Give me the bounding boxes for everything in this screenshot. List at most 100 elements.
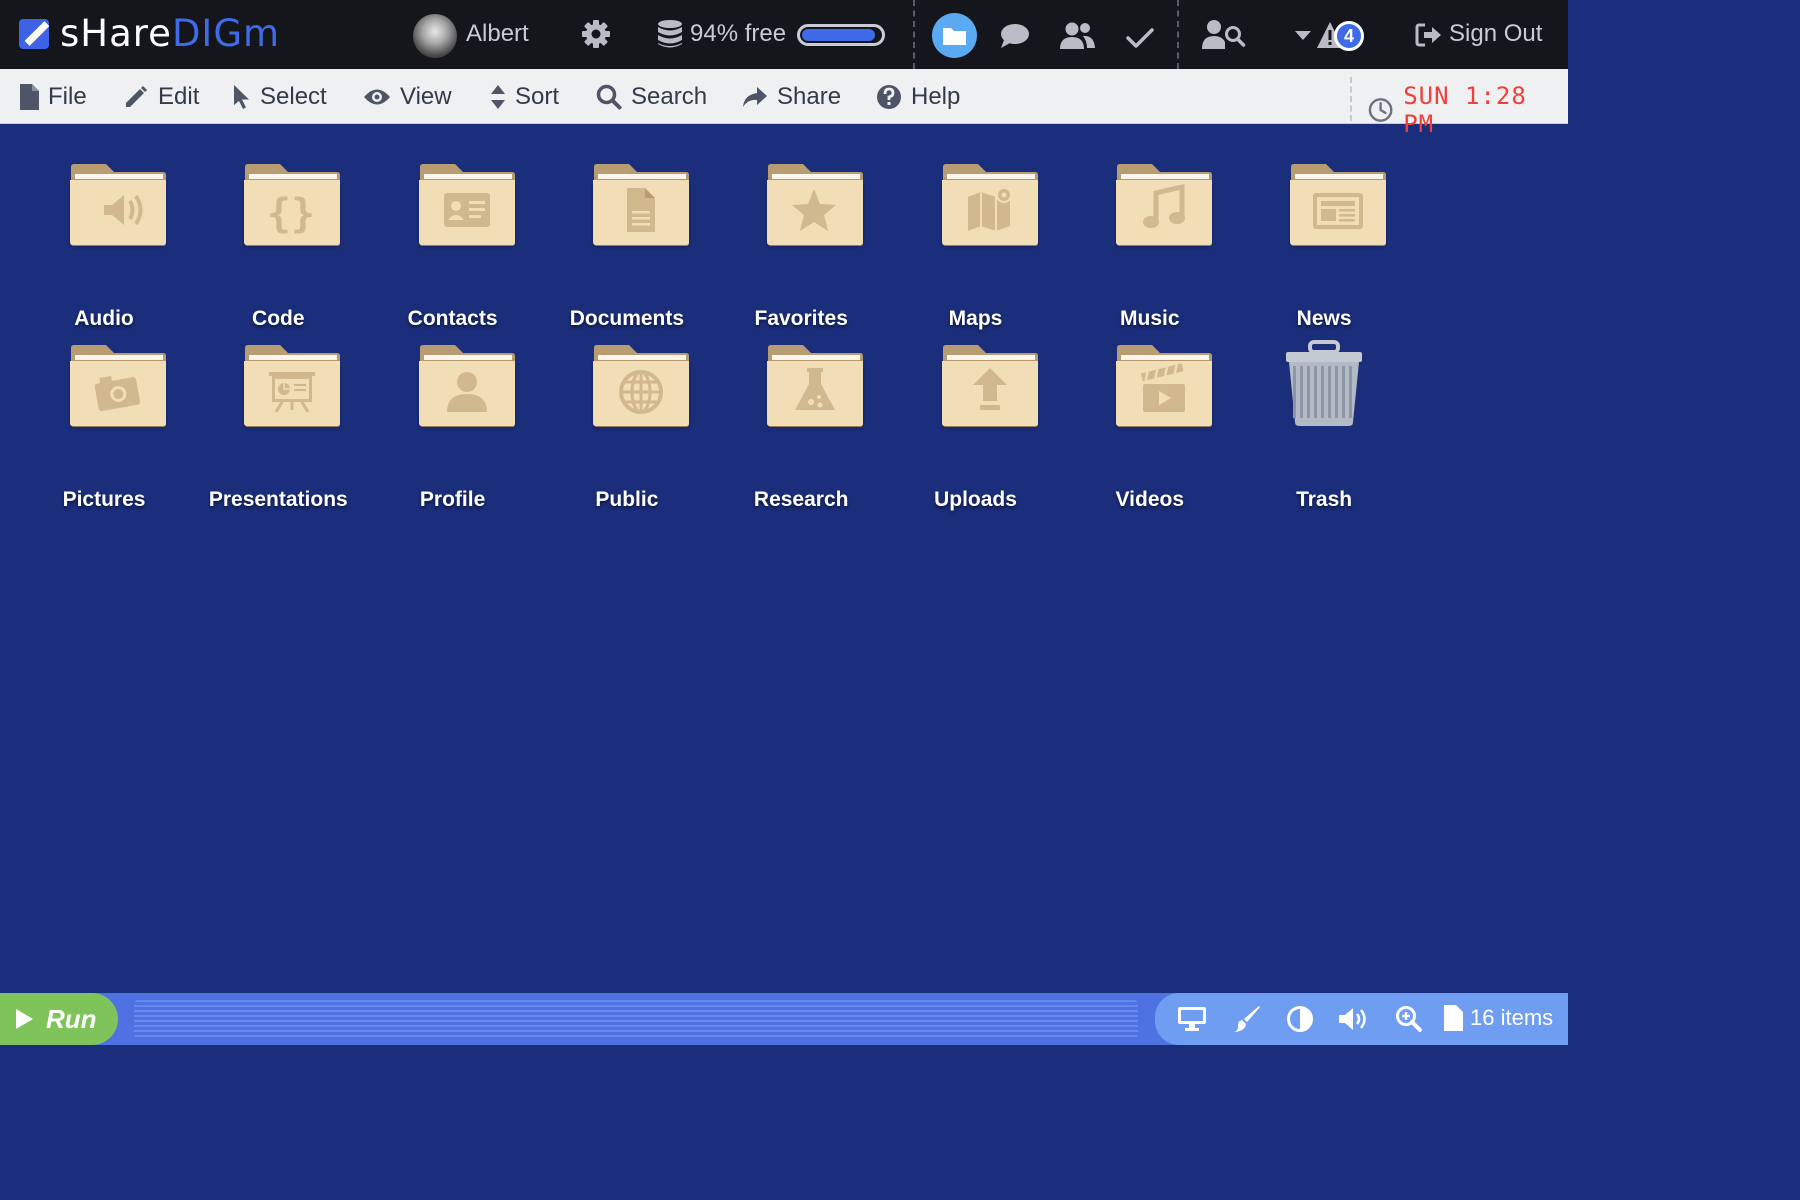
menu-sort[interactable]: Sort (490, 69, 559, 124)
file-icon (1444, 1005, 1463, 1031)
desktop-item-label: Code (252, 307, 305, 330)
desktop-item-label: Music (1120, 307, 1180, 330)
desktop-item-label: Favorites (754, 307, 848, 330)
desktop-item-label: Trash (1296, 488, 1353, 511)
brush-icon[interactable] (1233, 1005, 1261, 1033)
file-icon (20, 83, 39, 110)
desktop-item-contacts[interactable]: Contacts (366, 161, 540, 330)
database-icon (658, 20, 682, 48)
desktop-item-maps[interactable]: Maps (889, 161, 1063, 330)
desktop-item-presentations[interactable]: Presentations (191, 342, 365, 511)
menu-search-label: Search (631, 82, 708, 110)
notification-badge[interactable]: 4 (1334, 21, 1364, 51)
folder-icon (767, 164, 864, 246)
folder-icon (1115, 345, 1212, 427)
pencil-icon (126, 85, 147, 107)
folder-icon: {} (244, 164, 341, 246)
desktop-item-label: Pictures (62, 488, 146, 511)
task-area[interactable] (134, 1000, 1138, 1038)
clock-icon (1368, 98, 1393, 122)
zoom-icon[interactable] (1395, 1005, 1423, 1033)
menu-help-label: Help (911, 82, 961, 110)
folder-icon (592, 164, 689, 246)
user-search-icon[interactable] (1202, 18, 1246, 52)
desktop-item-label: Public (595, 488, 659, 511)
user-name[interactable]: Albert (466, 20, 529, 48)
desktop-item-uploads[interactable]: Uploads (889, 342, 1063, 511)
desktop-item-label: Videos (1115, 488, 1185, 511)
share-icon (743, 86, 767, 107)
desktop-item-label: Presentations (208, 488, 348, 511)
menu-sort-label: Sort (515, 82, 560, 110)
menu-select-label: Select (260, 82, 327, 110)
desktop-item-label: Documents (569, 307, 685, 330)
system-tray: 16 items (1155, 993, 1568, 1045)
desktop-item-pictures[interactable]: Pictures (17, 342, 191, 511)
newspaper-icon (1313, 193, 1364, 229)
folder-icon (592, 345, 689, 427)
desktop-item-public[interactable]: Public (540, 342, 714, 511)
desktop-item-label: Profile (419, 488, 486, 511)
menu-select[interactable]: Select (233, 69, 327, 124)
desktop-item-documents[interactable]: Documents (540, 161, 714, 330)
desktop-item-audio[interactable]: Audio (17, 161, 191, 330)
document-icon (626, 188, 655, 232)
desktop-item-videos[interactable]: Videos (1063, 342, 1237, 511)
menu-edit[interactable]: Edit (123, 69, 199, 124)
desktop: Audio {} Code Contacts Documents Favorit… (0, 124, 1568, 993)
trash-can-icon (1286, 340, 1363, 426)
files-app-button[interactable] (932, 13, 977, 58)
folder-icon (767, 345, 864, 427)
desktop-item-code[interactable]: {} Code (191, 161, 365, 330)
run-button[interactable]: Run (0, 993, 118, 1045)
desktop-item-news[interactable]: News (1237, 161, 1411, 330)
menu-help[interactable]: Help (876, 69, 960, 124)
run-label: Run (46, 1003, 97, 1034)
contact-card-icon (443, 193, 490, 227)
desktop-item-label: Audio (74, 307, 134, 330)
desktop-item-label: Contacts (407, 307, 498, 330)
folder-icon (70, 345, 166, 427)
sign-out-button[interactable]: Sign Out (1449, 20, 1542, 48)
menu-file-label: File (48, 82, 87, 110)
menu-view[interactable]: View (363, 69, 452, 124)
folder-icon (943, 28, 966, 45)
desktop-item-music[interactable]: Music (1063, 161, 1237, 330)
folder-icon (418, 345, 515, 427)
users-icon[interactable] (1058, 20, 1096, 52)
items-count: 16 items (1470, 1005, 1554, 1030)
contrast-icon[interactable] (1286, 1005, 1314, 1033)
desktop-item-label: News (1296, 307, 1352, 330)
storage-status: 94% free (690, 20, 787, 47)
volume-icon[interactable] (1337, 1005, 1371, 1033)
folder-icon (244, 345, 341, 427)
desktop-item-profile[interactable]: Profile (366, 342, 540, 511)
folder-icon (941, 345, 1038, 427)
user-avatar[interactable] (413, 14, 457, 58)
menu-share[interactable]: Share (742, 69, 841, 124)
taskbar: Run 16 items (0, 993, 1568, 1045)
check-icon[interactable] (1124, 22, 1156, 52)
sign-out-icon[interactable] (1414, 21, 1442, 49)
folder-icon (418, 164, 515, 246)
app-logo[interactable]: sHareDIGm (60, 12, 280, 56)
search-icon (596, 84, 622, 109)
gear-icon[interactable] (580, 18, 612, 50)
divider (1350, 77, 1352, 121)
desktop-item-label: Maps (948, 307, 1003, 330)
desktop-item-label: Research (753, 488, 849, 511)
menu-search[interactable]: Search (596, 69, 707, 124)
top-bar: sHareDIGm Albert 94% free 4 Sign Out (0, 0, 1568, 69)
help-icon (877, 84, 901, 109)
eye-icon (364, 89, 390, 104)
desktop-item-research[interactable]: Research (714, 342, 888, 511)
desktop-item-label: Uploads (934, 488, 1017, 511)
menu-file[interactable]: File (20, 69, 87, 124)
desktop-item-trash[interactable]: Trash (1237, 340, 1411, 511)
caret-down-icon[interactable] (1294, 26, 1312, 44)
desktop-item-favorites[interactable]: Favorites (714, 161, 888, 330)
folder-icon (1290, 164, 1387, 246)
monitor-icon[interactable] (1177, 1005, 1207, 1033)
globe-icon (618, 370, 663, 414)
chat-icon[interactable] (998, 20, 1032, 52)
